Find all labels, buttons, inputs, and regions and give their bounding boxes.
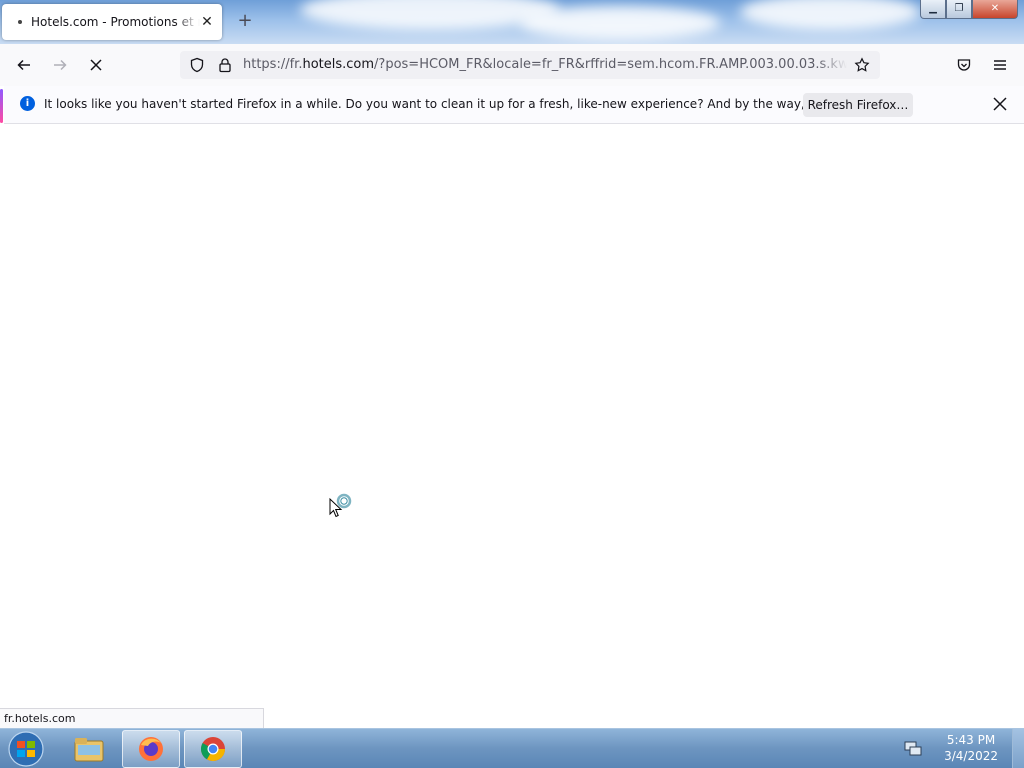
close-window-button[interactable]: ✕ [972,0,1018,19]
taskbar-chrome[interactable] [184,730,242,768]
taskbar-clock[interactable]: 5:43 PM 3/4/2022 [944,732,998,764]
notification-message: It looks like you haven't started Firefo… [44,97,900,111]
start-button[interactable] [4,730,48,768]
notification-accent-bar [0,89,3,123]
tab-title: Hotels.com - Promotions et réduc [31,15,200,29]
tab-hotels[interactable]: Hotels.com - Promotions et réduc ✕ [2,4,222,40]
padlock-icon[interactable] [217,57,233,73]
taskbar: 5:43 PM 3/4/2022 [0,728,1024,768]
back-arrow-icon [17,59,30,71]
chrome-icon [200,737,225,762]
folder-icon [74,738,104,762]
minimize-button[interactable]: ▁ [920,0,946,19]
pocket-button[interactable] [950,51,978,79]
show-desktop-button[interactable] [1012,729,1024,768]
info-icon: i [20,96,35,111]
tab-close-icon[interactable]: ✕ [200,15,214,29]
stop-button[interactable] [82,51,110,79]
close-notification-icon[interactable] [990,94,1010,114]
page-content[interactable] [0,125,1024,728]
navigation-toolbar: https://fr.hotels.com/?pos=HCOM_FR&local… [0,44,1024,86]
taskbar-file-explorer[interactable] [60,730,118,768]
refresh-firefox-button[interactable]: Refresh Firefox… [803,93,913,117]
tracking-protection-shield-icon[interactable] [189,57,205,73]
new-tab-button[interactable]: + [236,12,254,30]
clock-date: 3/4/2022 [944,749,998,763]
stop-x-icon [90,59,102,71]
pocket-icon [957,59,971,71]
system-tray: 5:43 PM 3/4/2022 [904,729,1024,768]
network-icon[interactable] [904,741,922,757]
loading-dot-icon [18,20,22,24]
app-menu-button[interactable] [986,51,1014,79]
hamburger-menu-icon [994,60,1006,70]
status-link-tooltip: fr.hotels.com [0,708,264,728]
restore-button[interactable]: ❐ [946,0,972,19]
busy-cursor-icon [329,493,352,518]
url-text[interactable]: https://fr.hotels.com/?pos=HCOM_FR&local… [243,51,847,79]
clock-time: 5:43 PM [946,733,996,747]
url-bar[interactable]: https://fr.hotels.com/?pos=HCOM_FR&local… [180,51,880,79]
forward-button[interactable] [46,51,74,79]
window-controls: ▁ ❐ ✕ [920,0,1018,20]
firefox-icon [139,737,163,761]
forward-arrow-icon [54,59,67,71]
bookmark-star-icon[interactable] [854,57,870,73]
taskbar-firefox[interactable] [122,730,180,768]
refresh-firefox-notification: i It looks like you haven't started Fire… [0,86,1024,124]
tab-strip: Hotels.com - Promotions et réduc ✕ + ▁ ❐… [0,0,1024,44]
back-button[interactable] [10,51,38,79]
